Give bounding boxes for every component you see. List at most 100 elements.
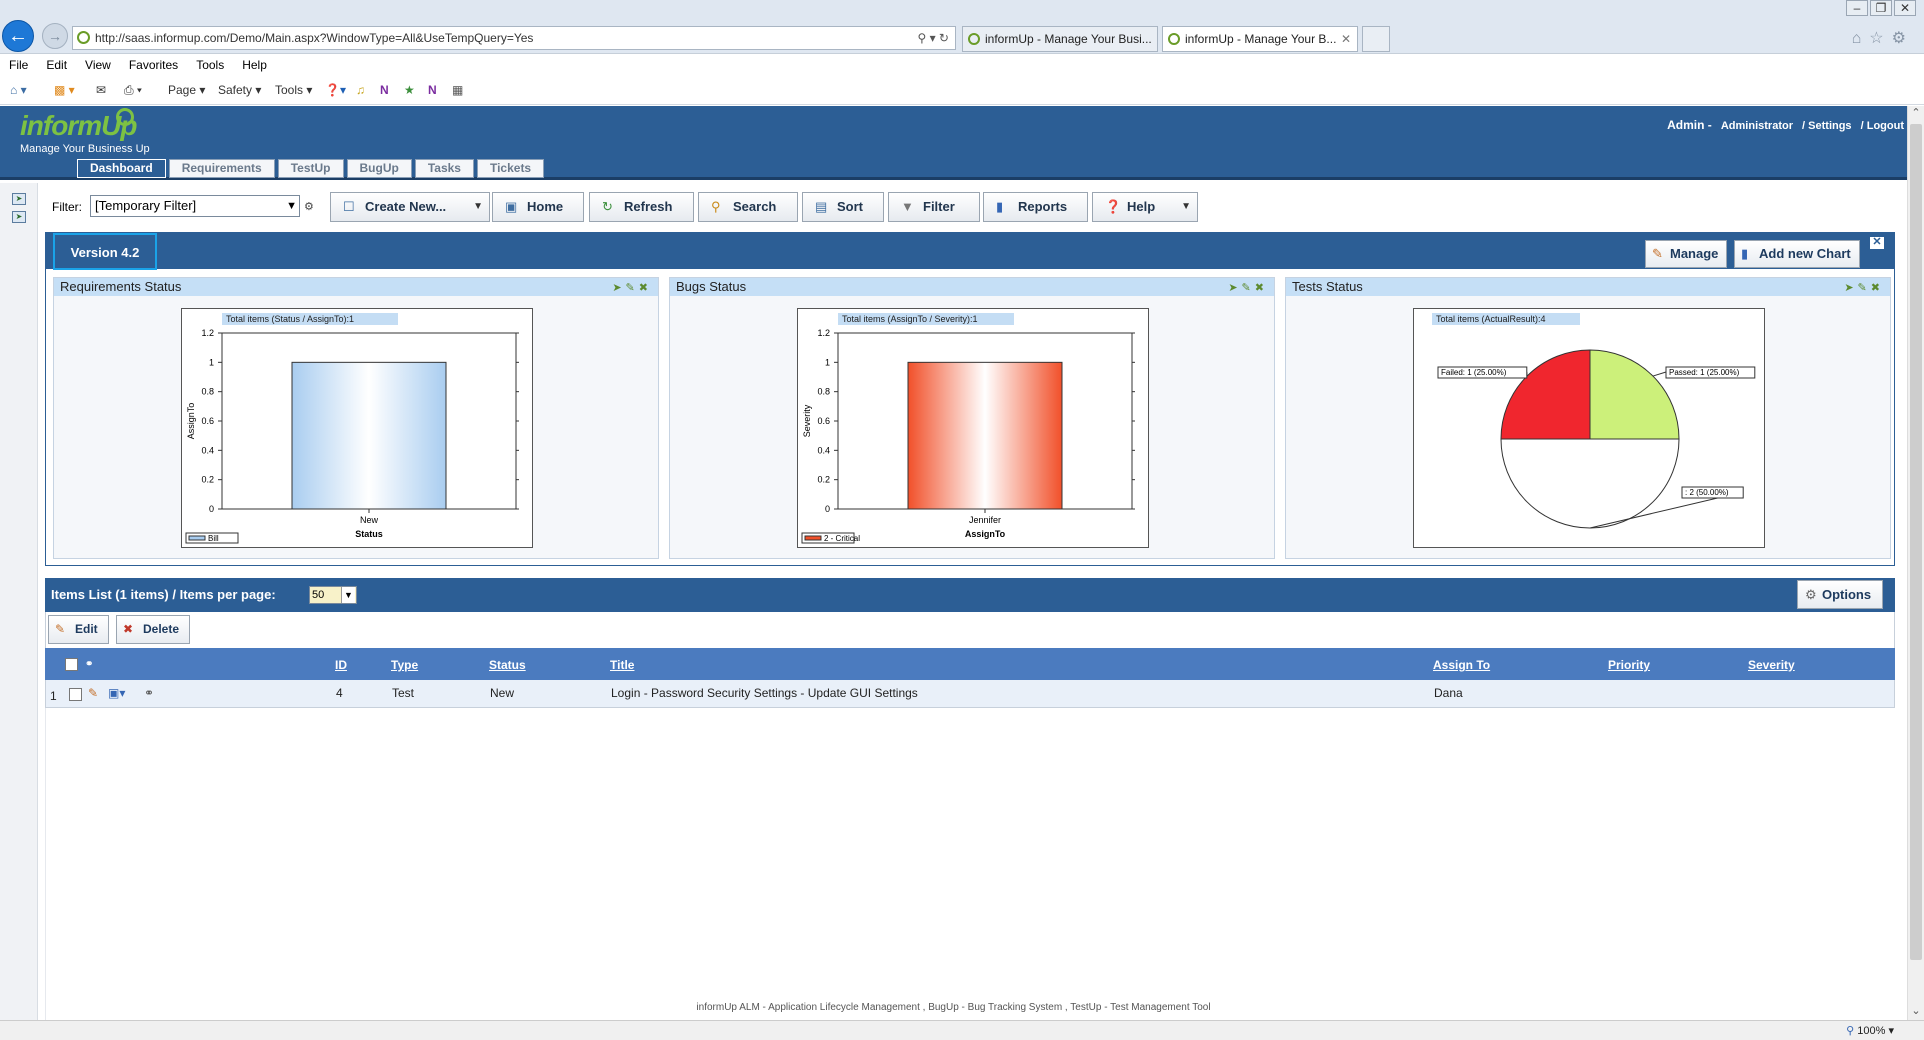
close-tab-icon[interactable]: ✕ (1341, 27, 1351, 51)
widget-action-icons[interactable]: ➤✎✖ (1228, 279, 1268, 297)
logout-link[interactable]: / Logout (1861, 120, 1904, 132)
link-icon[interactable]: ⚭ (144, 680, 154, 706)
y-tick-label: 1 (825, 357, 830, 367)
widget-header: Tests Status ➤✎✖ (1286, 278, 1890, 296)
tab-tickets[interactable]: Tickets (476, 159, 545, 178)
scroll-up-icon[interactable]: ⌃ (1908, 106, 1924, 122)
browser-tab[interactable]: informUp - Manage Your Busi... (962, 26, 1158, 52)
tab-tasks[interactable]: Tasks (414, 159, 474, 178)
page-menu[interactable]: Page ▾ (168, 83, 205, 97)
cell-status: New (490, 686, 515, 700)
button-label: Manage (1670, 246, 1719, 261)
print-icon[interactable]: ⎙ ▾ (124, 83, 142, 98)
items-per-page-select[interactable]: 50 ▼ (309, 586, 357, 604)
reports-button[interactable]: ▮ Reports (983, 192, 1088, 222)
filter-settings-icon[interactable]: ⚙ (304, 200, 314, 213)
create-new-button[interactable]: ☐ Create New... ▼ (330, 192, 490, 222)
edit-row-icon[interactable]: ✎ (88, 680, 98, 706)
button-label: Help (1127, 199, 1156, 214)
filter-button[interactable]: ▼ Filter (888, 192, 980, 222)
browser-tab-active[interactable]: informUp - Manage Your B... ✕ (1162, 26, 1358, 52)
new-tab-button[interactable] (1362, 26, 1390, 52)
menu-tools[interactable]: Tools (187, 55, 233, 75)
chevron-down-icon: ▼ (341, 587, 355, 603)
edit-button[interactable]: ✎ Edit (48, 615, 109, 644)
add-chart-button[interactable]: ▮ Add new Chart (1734, 240, 1860, 268)
url-input[interactable]: http://saas.informup.com/Demo/Main.aspx?… (72, 26, 956, 50)
close-icon[interactable]: ✕ (1870, 237, 1884, 249)
tab-dashboard[interactable]: Dashboard (77, 159, 166, 178)
home-button[interactable]: ▣ Home (492, 192, 584, 222)
widget-bugs-status: Bugs Status ➤✎✖ Total items (AssignTo / S… (669, 277, 1275, 559)
minimize-icon[interactable]: – (1846, 0, 1868, 16)
widget-action-icons[interactable]: ➤✎✖ (1844, 279, 1884, 297)
version-tab[interactable]: Version 4.2 (53, 233, 157, 270)
maximize-icon[interactable]: ❐ (1870, 0, 1892, 16)
mail-icon[interactable]: ✉ (96, 83, 106, 97)
select-all-checkbox[interactable] (65, 658, 78, 671)
chevron-down-icon: ▼ (286, 200, 297, 212)
x-tick-label: New (360, 515, 379, 525)
help-icon[interactable]: ❓▾ (325, 83, 346, 97)
scroll-down-icon[interactable]: ⌄ (1908, 1004, 1924, 1020)
delete-button[interactable]: ✖ Delete (116, 615, 191, 644)
browser-home-star-gear-icons[interactable]: ⌂☆⚙ (1852, 28, 1914, 48)
back-button[interactable]: ← (2, 20, 34, 52)
row-menu-icon[interactable]: ▣▾ (108, 680, 125, 706)
filter-select[interactable]: [Temporary Filter] ▼ (90, 195, 300, 217)
scroll-thumb[interactable] (1910, 124, 1922, 960)
settings-link[interactable]: / Settings (1802, 120, 1852, 132)
options-button[interactable]: ⚙ Options (1797, 580, 1883, 609)
table-row[interactable]: 1 ✎ ▣▾ ⚭ 4 Test New Login - Password Sec… (45, 680, 1895, 708)
app-header: informUp Manage Your Business Up Admin -… (0, 106, 1908, 180)
column-assign-to[interactable]: Assign To (1433, 648, 1490, 682)
refresh-button[interactable]: ↻ Refresh (589, 192, 694, 222)
addon-icon[interactable]: ♫ (356, 83, 365, 97)
home-icon[interactable]: ⌂ ▾ (10, 83, 27, 97)
column-type[interactable]: Type (391, 648, 418, 682)
close-window-icon[interactable]: ✕ (1894, 0, 1916, 16)
addon-icon[interactable]: ★ (404, 83, 415, 97)
expand-panel-icon[interactable]: ➤ (12, 211, 26, 223)
y-tick-label: 0.8 (817, 387, 830, 397)
onenote-icon[interactable]: N (428, 83, 437, 97)
column-severity[interactable]: Severity (1748, 648, 1795, 682)
widget-tests-status: Tests Status ➤✎✖ Total items (ActualResul… (1285, 277, 1891, 559)
tab-testup[interactable]: TestUp (277, 159, 344, 178)
menu-file[interactable]: File (0, 55, 37, 75)
menu-view[interactable]: View (76, 55, 120, 75)
onenote-icon[interactable]: N (380, 83, 389, 97)
column-priority[interactable]: Priority (1608, 648, 1650, 682)
zoom-level[interactable]: ⚲ 100% ▾ (1846, 1024, 1894, 1037)
tools-menu[interactable]: Tools ▾ (275, 83, 312, 97)
search-refresh-icons[interactable]: ⚲ ▾ ↻ (917, 27, 949, 49)
sort-button[interactable]: ▤ Sort (802, 192, 884, 222)
tab-bugup[interactable]: BugUp (346, 159, 412, 178)
manage-button[interactable]: ✎ Manage (1645, 240, 1728, 268)
research-icon[interactable]: ▦ (452, 83, 463, 97)
feeds-icon[interactable]: ▩ ▾ (54, 83, 75, 97)
tab-requirements[interactable]: Requirements (168, 159, 275, 178)
menu-favorites[interactable]: Favorites (120, 55, 187, 75)
safety-menu[interactable]: Safety ▾ (218, 83, 261, 97)
expand-panel-icon[interactable]: ➤ (12, 193, 26, 205)
widget-body: Total items (AssignTo / Severity):1 0 0.2 0… (670, 296, 1274, 558)
browser-address-bar: ← → http://saas.informup.com/Demo/Main.a… (0, 0, 1924, 54)
y-tick-label: 0 (825, 504, 830, 514)
column-id[interactable]: ID (335, 648, 347, 682)
user-role-link[interactable]: Administrator (1721, 120, 1793, 132)
tests-pie-chart: Total items (ActualResult):4 Passed: 1 (2… (1432, 313, 1756, 529)
row-checkbox[interactable] (69, 688, 82, 701)
help-button[interactable]: ❓ Help ▼ (1092, 192, 1198, 222)
menu-edit[interactable]: Edit (37, 55, 76, 75)
search-button[interactable]: ⚲ Search (698, 192, 798, 222)
y-tick-label: 0.2 (201, 475, 214, 485)
column-status[interactable]: Status (489, 648, 526, 682)
forward-button[interactable]: → (42, 23, 68, 49)
vertical-scrollbar[interactable]: ⌃ ⌄ (1907, 106, 1924, 1020)
y-tick-label: 0.6 (817, 416, 830, 426)
menu-help[interactable]: Help (233, 55, 276, 75)
cell-title[interactable]: Login - Password Security Settings - Upd… (611, 680, 918, 706)
widget-action-icons[interactable]: ➤✎✖ (612, 279, 652, 297)
column-title[interactable]: Title (610, 648, 634, 682)
